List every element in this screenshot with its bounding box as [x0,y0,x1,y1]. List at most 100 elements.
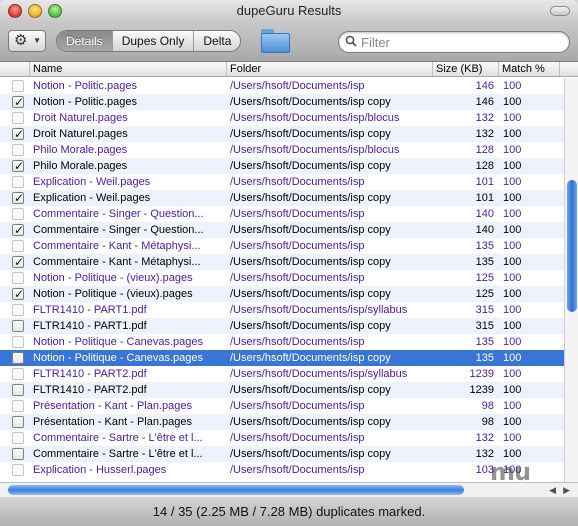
table-row[interactable]: Commentaire - Sartre - L'être et l... /Us… [0,430,564,446]
table-body: Notion - Politic.pages/Users/hsoft/Docum… [0,78,564,478]
mark-checkbox[interactable] [12,126,24,142]
results-table: Name Folder Size (KB) Match % Notion - P… [0,62,578,482]
mark-checkbox-cell [0,366,30,382]
name-cell: Notion - Politic.pages [33,80,137,92]
match-cell: 100 [503,192,522,204]
match-cell: 100 [503,352,522,364]
toolbar-toggle-button[interactable] [550,6,570,16]
dupes-only-segment[interactable]: Dupes Only [111,31,194,51]
table-row[interactable]: Explication - Husserl.pages/Users/hsoft/… [0,462,564,478]
mark-checkbox[interactable] [12,190,24,206]
table-row[interactable]: FLTR1410 - PART1.pdf/Users/hsoft/Documen… [0,302,564,318]
search-icon [345,35,357,47]
name-cell: Commentaire - Sartre - L'être et l... [33,448,203,460]
table-row[interactable]: Notion - Politique - (vieux).pages/Users… [0,270,564,286]
mark-checkbox-cell [0,446,30,462]
filter-input[interactable] [361,34,561,50]
match-cell: 100 [503,112,522,124]
vertical-scroll-thumb[interactable] [567,180,577,312]
mark-checkbox[interactable] [12,320,24,332]
folder-cell: /Users/hsoft/Documents/isp copy [230,448,391,460]
match-cell: 100 [503,240,522,252]
table-row[interactable]: FLTR1410 - PART1.pdf/Users/hsoft/Documen… [0,318,564,334]
mark-checkbox-cell [0,302,30,318]
table-row[interactable]: Notion - Politique - Canevas.pages/Users… [0,350,564,366]
reveal-folder-button[interactable] [258,27,292,55]
folder-cell: /Users/hsoft/Documents/isp copy [230,192,391,204]
folder-cell: /Users/hsoft/Documents/isp copy [230,224,391,236]
mark-checkbox[interactable] [12,448,24,460]
table-row[interactable]: Présentation - Kant - Plan.pages/Users/h… [0,398,564,414]
table-row[interactable]: Notion - Politic.pages/Users/hsoft/Docum… [0,78,564,94]
name-cell: Notion - Politique - (vieux).pages [33,288,193,300]
match-cell: 100 [503,432,522,444]
table-row[interactable]: Notion - Politique - (vieux).pages/Users… [0,286,564,302]
mark-checkbox [12,336,24,348]
scroll-right-icon[interactable]: ▶ [563,485,570,496]
table-row[interactable]: Droit Naturel.pages/Users/hsoft/Document… [0,126,564,142]
match-cell: 100 [503,96,522,108]
match-cell: 100 [503,416,522,428]
folder-column-header[interactable]: Folder [227,62,433,76]
name-cell: Explication - Husserl.pages [33,464,167,476]
mark-checkbox-cell [0,430,30,446]
table-row[interactable]: Commentaire - Singer - Question... /Users… [0,206,564,222]
table-row[interactable]: Commentaire - Kant - Métaphysi... /Users/… [0,254,564,270]
size-cell: 101 [475,192,494,204]
folder-cell: /Users/hsoft/Documents/isp copy [230,352,391,364]
folder-cell: /Users/hsoft/Documents/isp [230,80,365,92]
table-row[interactable]: Commentaire - Sartre - L'être et l... /Us… [0,446,564,462]
mark-checkbox[interactable] [12,416,24,428]
table-row[interactable]: Notion - Politic.pages/Users/hsoft/Docum… [0,94,564,110]
zoom-window-button[interactable] [48,4,62,18]
mark-checkbox[interactable] [12,384,24,396]
mark-checkbox-cell [0,238,30,254]
mark-checkbox[interactable] [12,286,24,302]
mark-checkbox[interactable] [12,352,24,364]
table-row[interactable]: Philo Morale.pages/Users/hsoft/Documents… [0,142,564,158]
match-column-header[interactable]: Match % [499,62,560,76]
mark-checkbox[interactable] [12,254,24,270]
table-row[interactable]: Explication - Weil.pages/Users/hsoft/Doc… [0,190,564,206]
actions-menu-button[interactable]: ⚙ ▼ [8,30,46,52]
details-segment[interactable]: Details [57,31,112,51]
name-cell: Commentaire - Kant - Métaphysi... [33,256,201,268]
minimize-window-button[interactable] [28,4,42,18]
match-cell: 100 [503,320,522,332]
mark-checkbox-cell [0,206,30,222]
scroll-left-icon[interactable]: ◀ [549,485,556,496]
size-column-header[interactable]: Size (KB) [433,62,499,76]
size-cell: 132 [475,432,494,444]
delta-segment[interactable]: Delta [193,31,240,51]
filter-search-field[interactable] [338,31,570,53]
mark-checkbox[interactable] [12,94,24,110]
mark-checkbox-cell [0,110,30,126]
table-row[interactable]: FLTR1410 - PART2.pdf/Users/hsoft/Documen… [0,382,564,398]
size-cell: 125 [475,288,494,300]
folder-cell: /Users/hsoft/Documents/isp copy [230,320,391,332]
name-column-header[interactable]: Name [30,62,227,76]
table-row[interactable]: Commentaire - Singer - Question... /Users… [0,222,564,238]
mark-checkbox-cell [0,174,30,190]
folder-cell: /Users/hsoft/Documents/isp copy [230,96,391,108]
match-cell: 100 [503,288,522,300]
vertical-scrollbar[interactable] [564,78,578,482]
table-row[interactable]: Explication - Weil.pages/Users/hsoft/Doc… [0,174,564,190]
table-row[interactable]: Présentation - Kant - Plan.pages/Users/h… [0,414,564,430]
title-bar[interactable]: dupeGuru Results [0,0,578,22]
mark-checkbox-cell [0,142,30,158]
table-row[interactable]: Philo Morale.pages/Users/hsoft/Documents… [0,158,564,174]
mark-checkbox [12,208,24,220]
table-row[interactable]: Droit Naturel.pages/Users/hsoft/Document… [0,110,564,126]
mark-checkbox[interactable] [12,158,24,174]
checkbox-column-header[interactable] [0,62,30,76]
table-row[interactable]: FLTR1410 - PART2.pdf/Users/hsoft/Documen… [0,366,564,382]
name-cell: FLTR1410 - PART1.pdf [33,304,147,316]
folder-cell: /Users/hsoft/Documents/isp/blocus [230,112,400,124]
mark-checkbox[interactable] [12,222,24,238]
close-window-button[interactable] [8,4,22,18]
table-row[interactable]: Notion - Politique - Canevas.pages/Users… [0,334,564,350]
table-row[interactable]: Commentaire - Kant - Métaphysi... /Users/… [0,238,564,254]
mark-checkbox [12,112,24,124]
horizontal-scroll-thumb[interactable] [8,485,464,495]
